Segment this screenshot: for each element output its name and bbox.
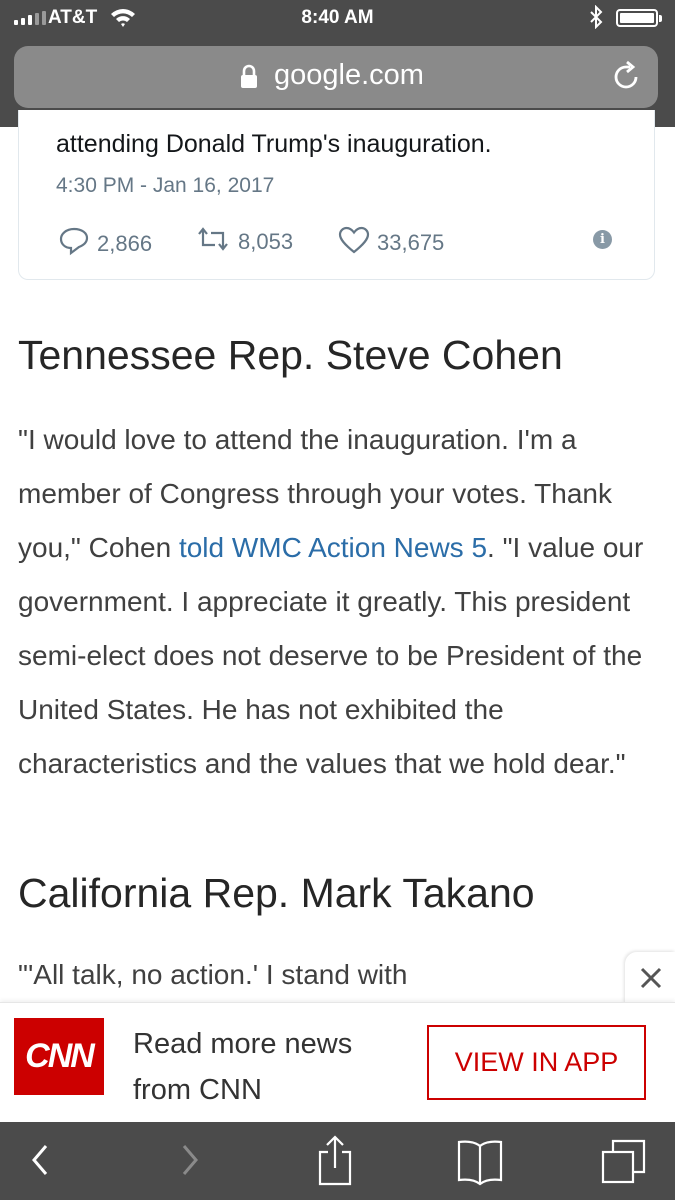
retweet-icon — [195, 226, 231, 258]
like-icon — [338, 226, 370, 260]
section-heading-cohen: Tennessee Rep. Steve Cohen — [18, 332, 563, 378]
banner-message: Read more news from CNN — [133, 1028, 353, 1106]
paragraph-text: . "I value our government. I appreciate … — [18, 532, 644, 779]
cnn-logo: CNN — [14, 1018, 104, 1095]
back-icon[interactable] — [24, 1134, 58, 1191]
tweet-text: attending Donald Trump's inauguration. — [56, 130, 492, 158]
cnn-logo-text: CNN — [25, 1037, 95, 1075]
retweet-button[interactable]: 8,053 — [195, 226, 293, 258]
takano-quote-paragraph: "'All talk, no action.' I stand with — [18, 959, 408, 990]
view-in-app-button[interactable]: VIEW IN APP — [427, 1025, 646, 1100]
like-count: 33,675 — [377, 230, 445, 255]
address-url[interactable]: google.com — [274, 59, 424, 92]
info-icon[interactable]: i — [593, 230, 612, 249]
lock-icon — [239, 64, 259, 95]
reply-button[interactable]: 2,866 — [58, 226, 152, 262]
wmc-news-link[interactable]: told WMC Action News 5 — [179, 532, 487, 563]
retweet-count: 8,053 — [238, 229, 294, 254]
reply-icon — [58, 226, 90, 262]
reply-count: 2,866 — [97, 231, 153, 256]
status-time: 8:40 AM — [301, 7, 374, 28]
like-button[interactable]: 33,675 — [338, 226, 444, 260]
cohen-quote-paragraph: "I would love to attend the inauguration… — [18, 413, 668, 791]
close-icon — [640, 967, 662, 989]
forward-icon[interactable] — [172, 1134, 206, 1191]
bluetooth-icon — [589, 4, 603, 35]
share-icon[interactable] — [313, 1134, 357, 1193]
reload-icon[interactable] — [611, 59, 641, 98]
status-bar: AT&T 8:40 AM — [0, 0, 675, 36]
battery-icon — [616, 9, 662, 27]
close-banner-button[interactable] — [625, 952, 675, 1004]
tweet-timestamp[interactable]: 4:30 PM - Jan 16, 2017 — [56, 174, 274, 198]
section-heading-takano: California Rep. Mark Takano — [18, 870, 535, 916]
bookmarks-icon[interactable] — [455, 1134, 505, 1193]
tabs-icon[interactable] — [600, 1134, 650, 1193]
